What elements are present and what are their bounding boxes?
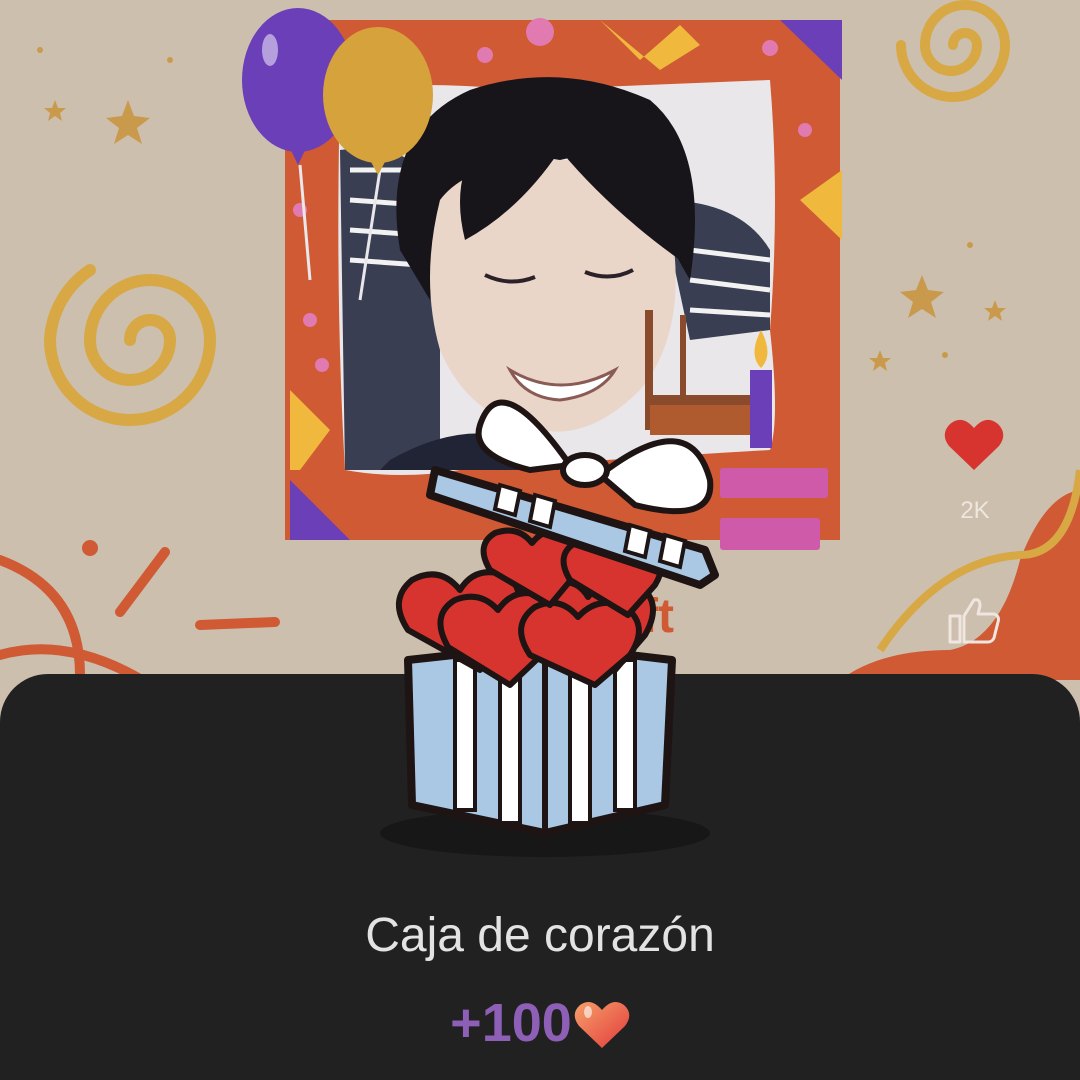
heart-gift-box-icon <box>380 399 719 857</box>
heart-icon <box>944 419 1004 470</box>
reward-amount: +100 <box>0 992 1080 1054</box>
gift-name: Caja de corazón <box>365 909 715 962</box>
reward-value: +100 <box>450 993 572 1053</box>
like-count: 2K <box>960 497 990 524</box>
like-button[interactable] <box>942 413 1006 477</box>
thumbs-up-button[interactable] <box>944 590 1004 650</box>
thumbs-up-icon <box>948 598 1000 644</box>
heart-icon <box>574 1001 630 1048</box>
